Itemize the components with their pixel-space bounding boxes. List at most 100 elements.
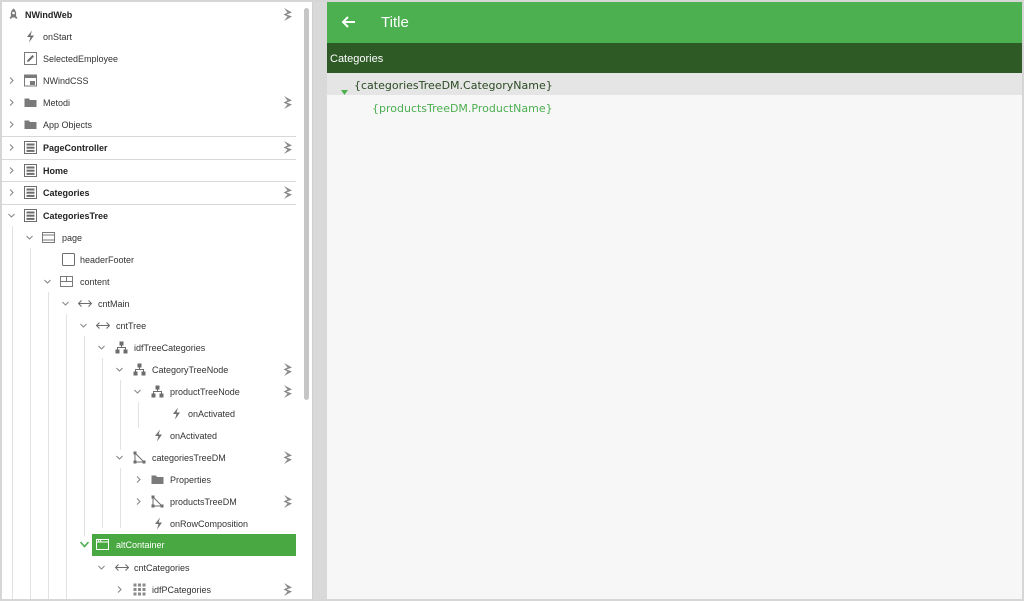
section-title: Categories <box>330 53 384 65</box>
category-name-field: {categoriesTreeDM.CategoryName} <box>354 79 553 92</box>
chevron-down-icon[interactable] <box>98 344 105 351</box>
page-title: Title <box>381 14 409 31</box>
lightning-icon <box>152 429 165 442</box>
tree-item-label: content <box>80 277 110 287</box>
chevron-down-icon[interactable] <box>116 366 123 373</box>
hierarchy-icon <box>151 385 164 398</box>
tree-item-onrowcomposition[interactable]: onRowComposition <box>2 513 296 535</box>
hierarchy-icon <box>115 341 128 354</box>
chevron-down-icon[interactable] <box>80 541 89 548</box>
tree-item-onactivated-product[interactable]: onActivated <box>2 403 296 425</box>
tree-item-idftreecategories[interactable]: idfTreeCategories <box>2 337 296 359</box>
back-arrow-icon[interactable] <box>341 14 357 30</box>
tree-item-producttreenode[interactable]: productTreeNode <box>2 381 296 403</box>
tree-item-content[interactable]: content <box>2 271 296 293</box>
tree-item-categories[interactable]: Categories <box>2 181 296 203</box>
folder-icon <box>24 118 37 131</box>
lightning-badge-icon <box>282 582 294 597</box>
tree-item-headerfooter[interactable]: headerFooter <box>2 249 296 271</box>
tree-item-nwindcss[interactable]: NWindCSS <box>2 70 296 92</box>
tree-item-app-objects[interactable]: App Objects <box>2 114 296 136</box>
chevron-right-icon[interactable] <box>8 189 15 196</box>
tree-item-categoriestreedm[interactable]: categoriesTreeDM <box>2 447 296 469</box>
chevron-right-icon[interactable] <box>135 498 142 505</box>
product-name-field[interactable]: {productsTreeDM.ProductName} <box>372 102 553 115</box>
chevron-down-icon[interactable] <box>62 300 69 307</box>
tree-item-label: SelectedEmployee <box>43 54 119 64</box>
tree-item-page[interactable]: page <box>2 227 296 249</box>
tree-item-label: altContainer <box>116 540 165 550</box>
datamap-icon <box>151 495 164 508</box>
tree-item-home[interactable]: Home <box>2 159 296 181</box>
form-icon <box>24 141 37 154</box>
tree-item-label: onRowComposition <box>170 519 249 529</box>
chevron-down-icon[interactable] <box>116 454 123 461</box>
lightning-badge-icon <box>282 95 294 110</box>
tree-item-categoriestree[interactable]: CategoriesTree <box>2 204 296 226</box>
tree-item-label: NWindCSS <box>43 76 89 86</box>
lightning-badge-icon <box>282 384 294 399</box>
chevron-right-icon[interactable] <box>135 476 142 483</box>
chevron-right-icon[interactable] <box>8 99 15 106</box>
page-layout-icon <box>42 231 55 244</box>
container-icon <box>115 561 129 574</box>
rocket-icon <box>7 8 20 21</box>
tree-item-label: NWindWeb <box>25 10 73 20</box>
app-bar: Title <box>327 2 1022 43</box>
tree-item-onactivated-category[interactable]: onActivated <box>2 425 296 447</box>
hierarchy-icon <box>133 363 146 376</box>
tree-row-category[interactable]: {categoriesTreeDM.CategoryName} <box>327 73 1022 95</box>
tree-item-label: Metodi <box>43 98 71 108</box>
tree-item-label: Home <box>43 166 69 176</box>
panel-gap <box>313 2 327 599</box>
chevron-down-icon[interactable] <box>80 322 87 329</box>
tree-item-pagecontroller[interactable]: PageController <box>2 136 296 158</box>
tree-item-idfpcategories[interactable]: idfPCategories <box>2 579 296 599</box>
tree-item-nwindweb[interactable]: NWindWeb <box>2 4 296 26</box>
chevron-down-icon[interactable] <box>98 564 105 571</box>
section-header: Categories <box>327 43 1022 73</box>
chevron-right-icon[interactable] <box>8 77 15 84</box>
tree-item-productstreedm[interactable]: productsTreeDM <box>2 491 296 513</box>
chevron-down-icon[interactable] <box>8 212 15 219</box>
app-preview: Title Categories {categoriesTreeDM.Categ… <box>327 2 1022 599</box>
tree-item-altcontainer[interactable]: altContainer <box>92 534 296 556</box>
tree-item-label: categoriesTreeDM <box>152 453 226 463</box>
chevron-right-icon[interactable] <box>8 167 15 174</box>
folder-icon <box>24 96 37 109</box>
tree-item-label: onActivated <box>170 431 218 441</box>
form-icon <box>24 209 37 222</box>
tree-item-metodi[interactable]: Metodi <box>2 92 296 114</box>
tree-item-cntcategories[interactable]: cntCategories <box>2 557 296 579</box>
lightning-icon <box>24 30 37 43</box>
lightning-badge-icon <box>282 140 294 155</box>
chevron-right-icon[interactable] <box>8 144 15 151</box>
caret-down-icon[interactable] <box>341 82 348 95</box>
tree-item-label: idfTreeCategories <box>134 343 206 353</box>
tree-scrollbar-thumb[interactable] <box>304 8 309 400</box>
tree-item-properties[interactable]: Properties <box>2 469 296 491</box>
form-icon <box>24 164 37 177</box>
project-tree[interactable]: NWindWeb onStart SelectedEmployee NWindC… <box>2 2 312 599</box>
chevron-right-icon[interactable] <box>8 121 15 128</box>
tree-item-cntmain[interactable]: cntMain <box>2 293 296 315</box>
chevron-down-icon[interactable] <box>44 278 51 285</box>
chevron-right-icon[interactable] <box>116 586 123 593</box>
tree-item-selectedemployee[interactable]: SelectedEmployee <box>2 48 296 70</box>
tree-item-onstart[interactable]: onStart <box>2 26 296 48</box>
chevron-down-icon[interactable] <box>26 234 33 241</box>
app-frame: NWindWeb onStart SelectedEmployee NWindC… <box>2 2 1022 599</box>
tree-item-label: CategoryTreeNode <box>152 365 229 375</box>
tree-item-cnttree[interactable]: cntTree <box>2 315 296 337</box>
datamap-icon <box>133 451 146 464</box>
folder-icon <box>151 473 164 486</box>
lightning-badge-icon <box>282 450 294 465</box>
tree-item-label: App Objects <box>43 120 93 130</box>
chevron-down-icon[interactable] <box>134 388 141 395</box>
tree-item-label: cntTree <box>116 321 147 331</box>
tree-item-categorytreenode[interactable]: CategoryTreeNode <box>2 359 296 381</box>
lightning-icon <box>152 517 165 530</box>
stylesheet-icon <box>24 74 37 87</box>
tree-item-label: productsTreeDM <box>170 497 237 507</box>
window-icon <box>96 538 109 551</box>
